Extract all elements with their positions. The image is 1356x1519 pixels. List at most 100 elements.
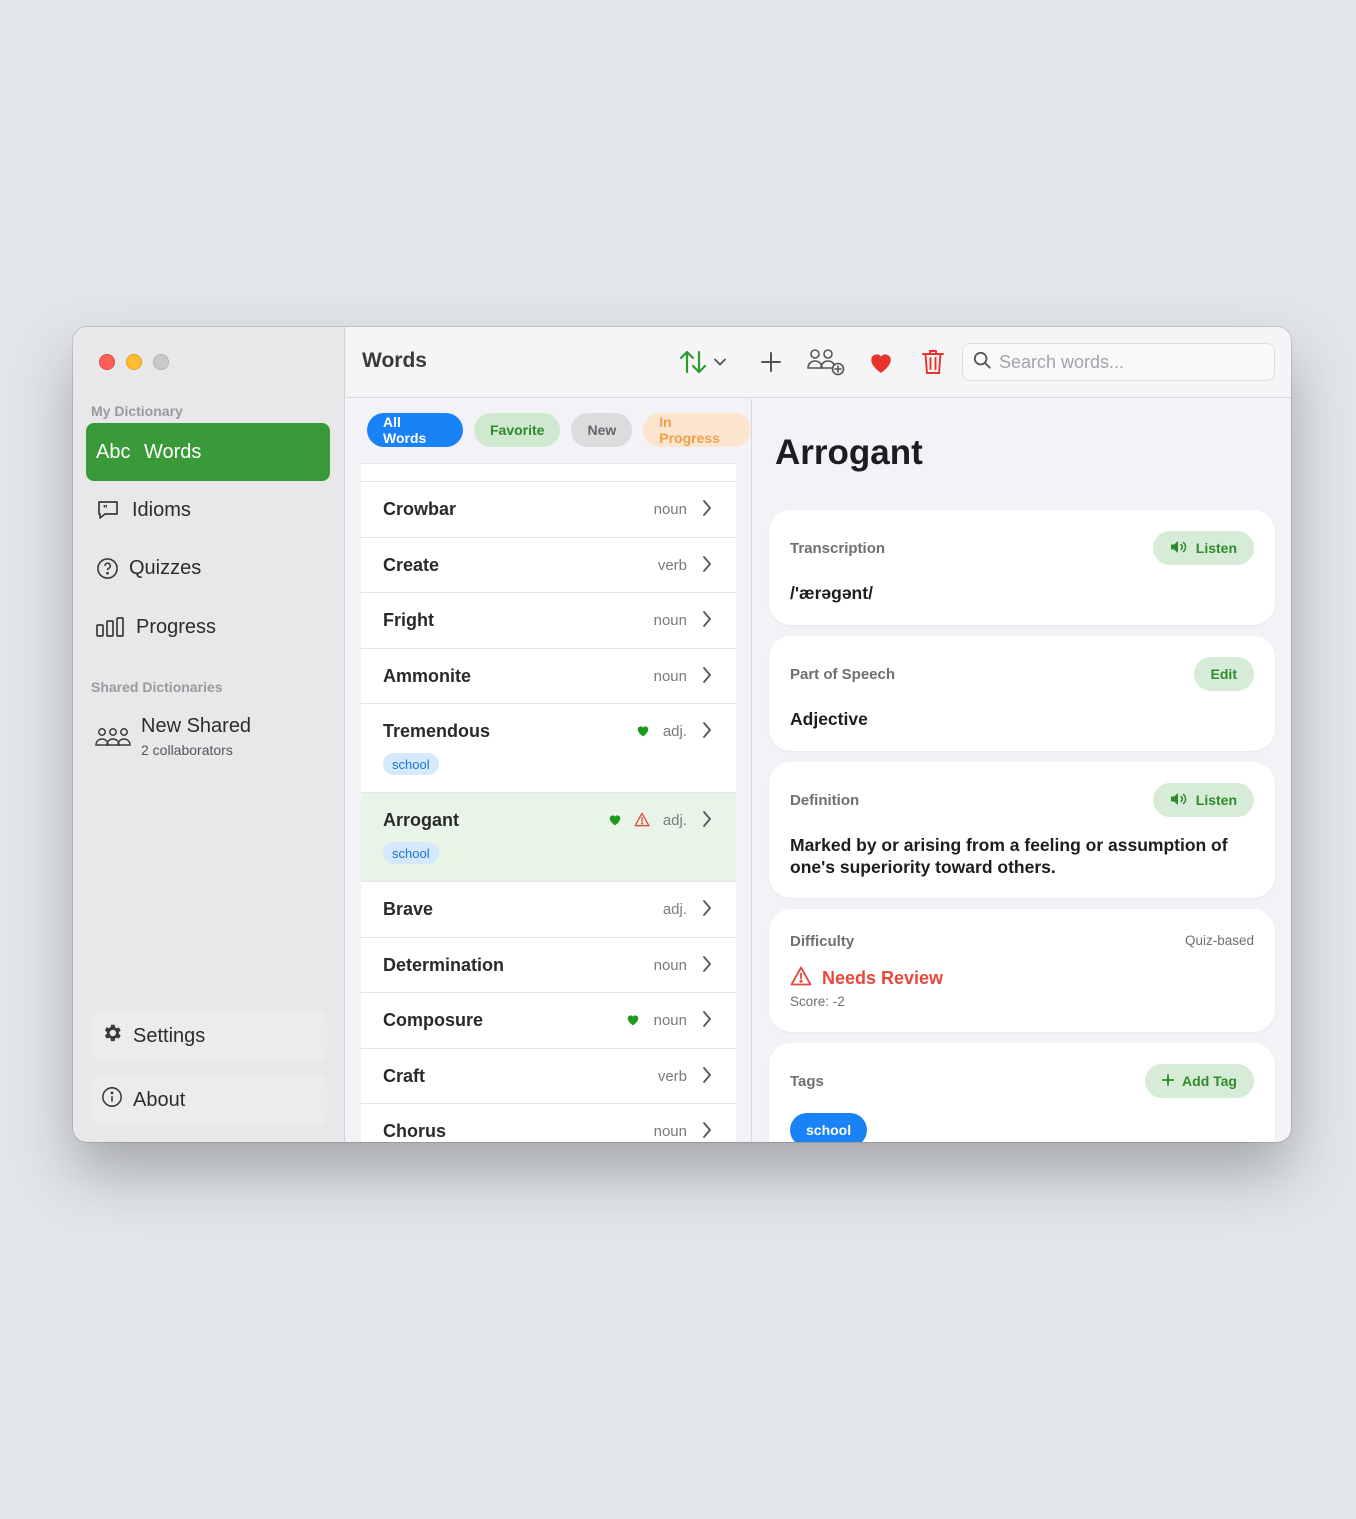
difficulty-score: Score: -2 <box>790 994 845 1009</box>
add-people-icon[interactable] <box>806 346 846 378</box>
about-button[interactable]: About <box>91 1075 327 1125</box>
word-row[interactable]: Arrogant adj. school <box>361 793 736 882</box>
listen-definition-button[interactable]: Listen <box>1152 783 1254 817</box>
word-label: Crowbar <box>383 499 457 519</box>
word-label: Arrogant <box>383 810 459 830</box>
window-controls <box>99 354 169 370</box>
speaker-icon <box>1170 792 1188 809</box>
word-row[interactable]: Tremendous adj. school <box>361 704 736 793</box>
sidebar-item-label: Progress <box>136 615 217 638</box>
tag-chip[interactable]: school <box>790 1113 868 1142</box>
part-of-speech-label: noun <box>653 1123 687 1140</box>
difficulty-mode: Quiz-based <box>1184 933 1254 948</box>
word-label: Determination <box>383 954 505 975</box>
zoom-window-button[interactable] <box>153 354 169 370</box>
filter-new[interactable]: New <box>571 413 633 447</box>
edit-part-of-speech-button[interactable]: Edit <box>1193 657 1254 691</box>
chevron-down-icon[interactable] <box>712 346 728 378</box>
word-row[interactable]: Ammonite noun <box>361 649 736 704</box>
word-title: Arrogant <box>775 433 923 472</box>
tags-label: Tags <box>790 1073 824 1090</box>
word-row[interactable]: Brave adj. <box>361 882 736 938</box>
speaker-icon <box>1170 540 1188 557</box>
sidebar-item-words[interactable]: Abc Words <box>86 423 330 481</box>
word-row[interactable]: Crowbar noun <box>361 482 736 538</box>
my-dictionary-heading: My Dictionary <box>91 403 183 419</box>
listen-label: Listen <box>1195 540 1237 556</box>
sidebar-item-quizzes[interactable]: Quizzes <box>86 539 330 597</box>
tag-chip[interactable]: school <box>383 842 439 864</box>
trash-icon[interactable] <box>918 346 948 378</box>
listen-label: Listen <box>1195 792 1237 808</box>
word-label: Craft <box>383 1065 426 1086</box>
gear-icon <box>101 1022 123 1050</box>
settings-button[interactable]: Settings <box>91 1011 327 1061</box>
favorite-heart-icon <box>626 1013 640 1031</box>
filter-favorite[interactable]: Favorite <box>473 413 561 447</box>
quote-bubble-icon: ❞ <box>96 498 130 522</box>
word-row[interactable]: Chorus noun <box>361 1104 736 1142</box>
shared-dictionary-item[interactable]: New Shared 2 collaborators <box>95 715 251 758</box>
chevron-right-icon <box>702 555 712 578</box>
word-row[interactable]: Composure noun <box>361 993 736 1049</box>
minimize-window-button[interactable] <box>126 354 142 370</box>
plus-icon <box>1162 1073 1174 1089</box>
plus-icon[interactable] <box>756 346 786 378</box>
chevron-right-icon <box>702 810 712 833</box>
word-row[interactable]: Craft verb <box>361 1049 736 1104</box>
transcription-card: Transcription Listen /'ærəgənt/ <box>769 510 1275 625</box>
word-list: Crowbar noun Create verb Fright noun Ammonite n… <box>361 481 736 1142</box>
about-label: About <box>133 1088 186 1111</box>
filter-in-progress[interactable]: In Progress <box>643 413 751 447</box>
definition-card: Definition Listen Marked by or arising f… <box>769 762 1275 898</box>
word-label: Create <box>383 554 440 575</box>
add-tag-button[interactable]: Add Tag <box>1145 1064 1254 1098</box>
favorite-heart-icon <box>608 813 622 831</box>
search-input[interactable] <box>999 351 1259 373</box>
part-of-speech-label: Part of Speech <box>790 666 896 683</box>
sidebar-item-label: Idioms <box>132 498 191 521</box>
sidebar-item-progress[interactable]: Progress <box>86 598 330 656</box>
list-top-fragment <box>361 463 736 481</box>
chevron-right-icon <box>702 955 712 978</box>
toolbar: Words <box>346 327 1291 398</box>
word-label: Chorus <box>383 1121 446 1141</box>
part-of-speech-value: Adjective <box>790 709 868 729</box>
word-list-pane: All Words Favorite New In Progress Crowb… <box>346 399 752 1142</box>
word-label: Brave <box>383 899 434 919</box>
word-label: Tremendous <box>383 721 491 741</box>
sort-icon[interactable] <box>678 346 708 378</box>
search-field[interactable] <box>962 343 1275 381</box>
sidebar-item-idioms[interactable]: ❞ Idioms <box>86 481 330 539</box>
chevron-right-icon <box>702 899 712 922</box>
definition-value: Marked by or arising from a feeling or a… <box>790 835 1228 877</box>
part-of-speech-label: verb <box>657 556 687 574</box>
tags-card: Tags Add Tag school <box>769 1043 1275 1142</box>
difficulty-card: Difficulty Quiz-based Needs Review Score… <box>769 909 1275 1032</box>
warning-icon <box>790 966 812 991</box>
word-row[interactable]: Create verb <box>361 538 736 593</box>
warning-icon <box>634 812 650 832</box>
people-group-icon <box>95 727 131 752</box>
tag-chip[interactable]: school <box>383 753 439 775</box>
filter-all-words[interactable]: All Words <box>367 413 463 447</box>
part-of-speech-label: noun <box>653 612 687 629</box>
word-row[interactable]: Fright noun <box>361 593 736 649</box>
part-of-speech-label: noun <box>653 501 687 518</box>
chevron-right-icon <box>702 666 712 689</box>
part-of-speech-label: noun <box>653 667 687 685</box>
favorite-heart-icon <box>636 724 650 742</box>
chevron-right-icon <box>702 499 712 522</box>
sidebar-item-label: Quizzes <box>129 556 202 579</box>
heart-icon[interactable] <box>866 346 896 378</box>
svg-text:❞: ❞ <box>103 505 108 515</box>
chevron-right-icon <box>702 1066 712 1089</box>
close-window-button[interactable] <box>99 354 115 370</box>
chevron-right-icon <box>702 610 712 633</box>
word-row[interactable]: Determination noun <box>361 938 736 993</box>
difficulty-label: Difficulty <box>790 933 855 950</box>
shared-dictionary-collaborators: 2 collaborators <box>141 742 233 758</box>
sidebar: My Dictionary Abc Words ❞ Idioms Quizzes… <box>73 327 345 1142</box>
shared-dictionaries-heading: Shared Dictionaries <box>91 679 223 695</box>
listen-transcription-button[interactable]: Listen <box>1152 531 1254 565</box>
